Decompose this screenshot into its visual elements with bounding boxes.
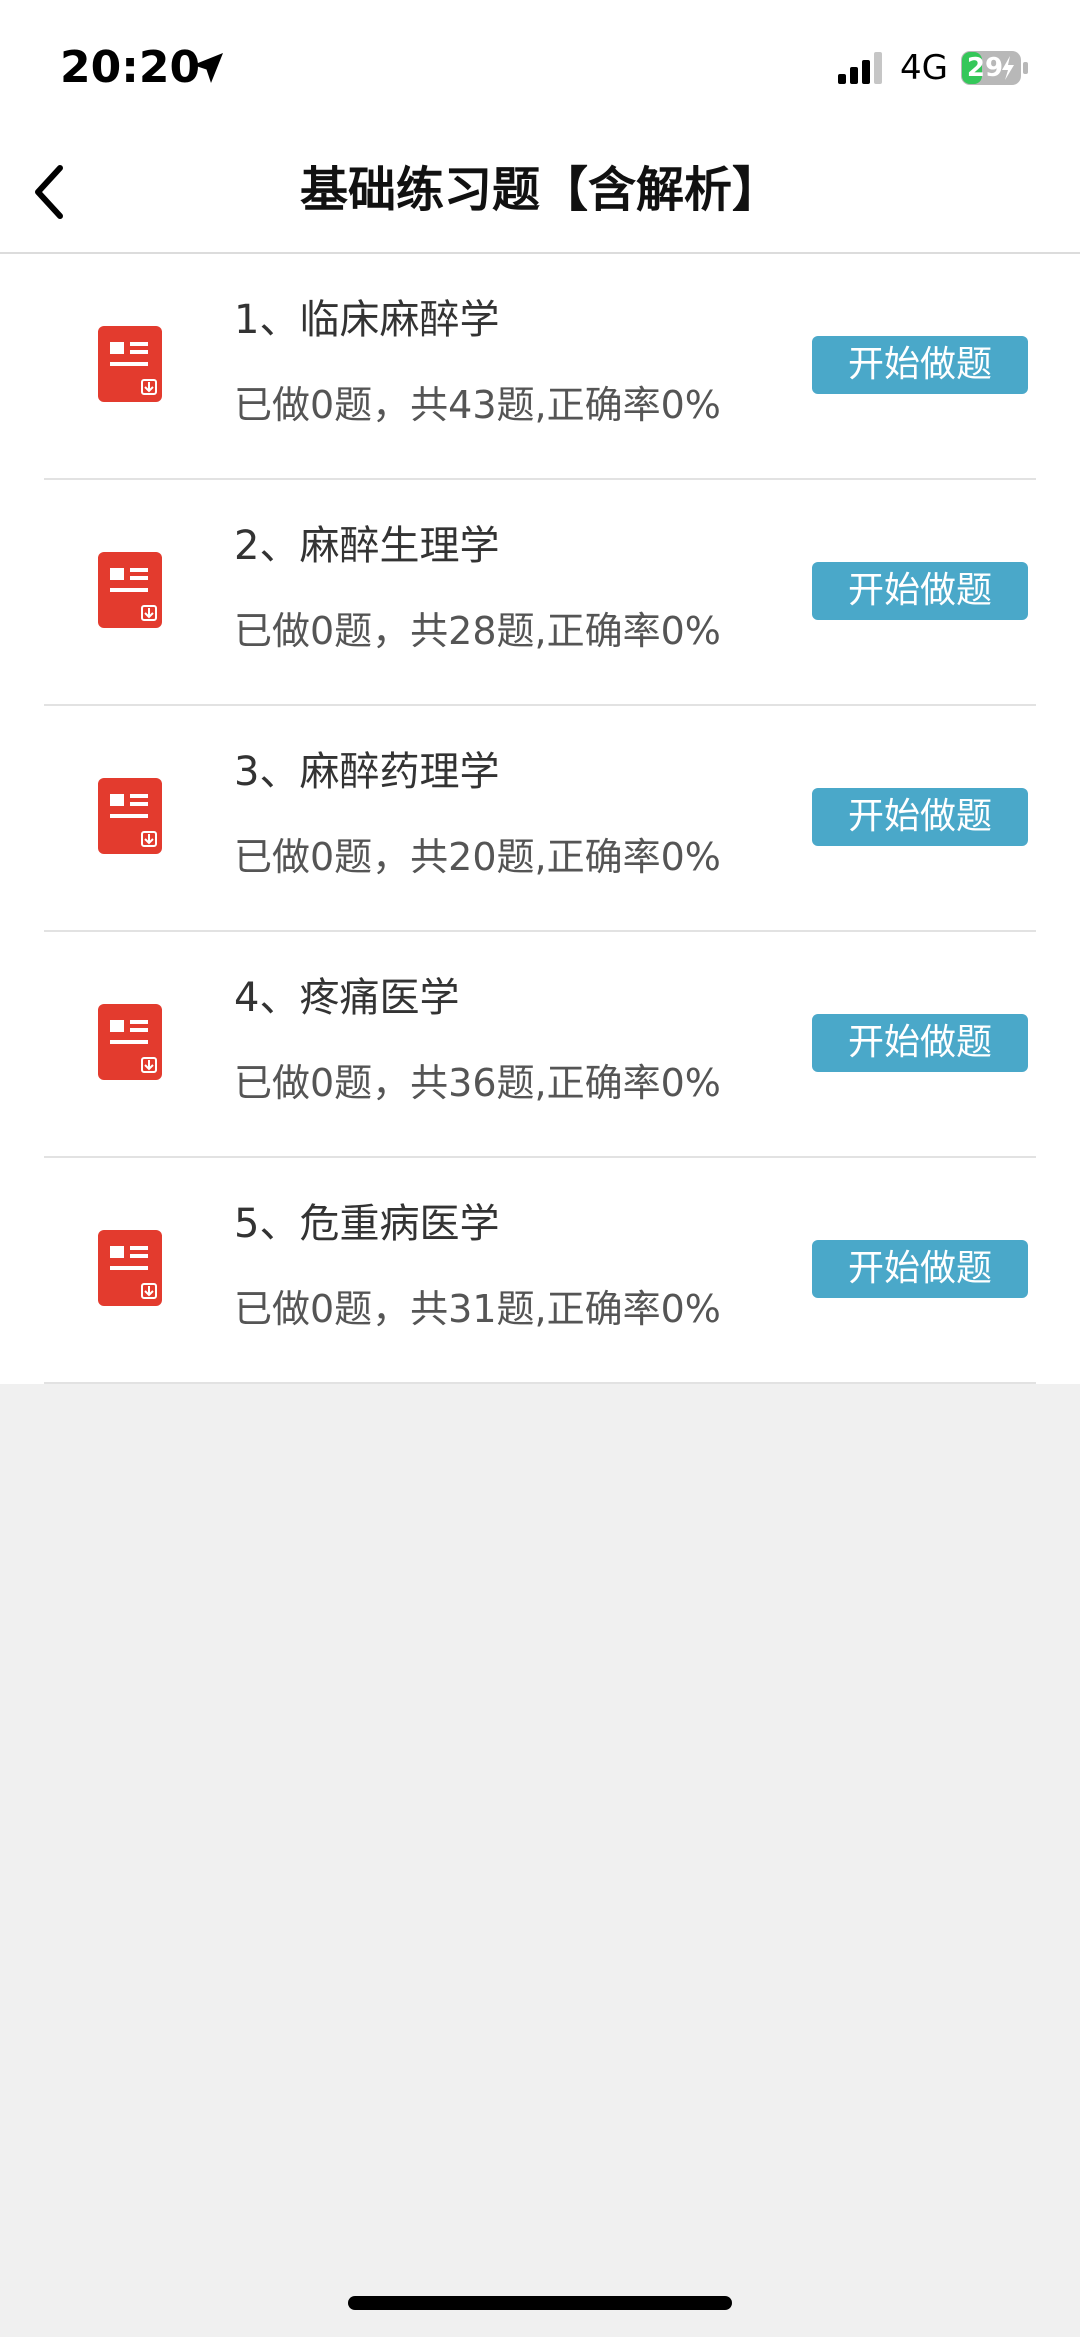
start-exercise-button[interactable]: 开始做题 bbox=[812, 788, 1028, 846]
document-icon bbox=[98, 1004, 162, 1080]
item-title: 1、临床麻醉学 bbox=[234, 297, 500, 343]
start-exercise-button[interactable]: 开始做题 bbox=[812, 1014, 1028, 1072]
document-icon bbox=[98, 1230, 162, 1306]
cellular-signal-icon bbox=[838, 52, 882, 84]
item-title: 5、危重病医学 bbox=[234, 1201, 500, 1247]
list-item[interactable]: 1、临床麻醉学 已做0题，共43题,正确率0% 开始做题 bbox=[44, 254, 1036, 480]
start-exercise-button[interactable]: 开始做题 bbox=[812, 562, 1028, 620]
item-stats: 已做0题，共43题,正确率0% bbox=[234, 383, 721, 427]
item-title: 4、疼痛医学 bbox=[234, 975, 460, 1021]
item-title: 2、麻醉生理学 bbox=[234, 523, 500, 569]
document-icon bbox=[98, 552, 162, 628]
screen: 20:20 4G 29 基础练习题【含解析】 1、临床麻醉学 已做0题，共43题… bbox=[0, 0, 1080, 2337]
item-stats: 已做0题，共20题,正确率0% bbox=[234, 835, 721, 879]
status-time: 20:20 bbox=[60, 42, 201, 93]
exercise-list: 1、临床麻醉学 已做0题，共43题,正确率0% 开始做题 2、麻醉生理学 已做0… bbox=[0, 254, 1080, 1384]
page-title: 基础练习题【含解析】 bbox=[299, 162, 780, 218]
item-stats: 已做0题，共28题,正确率0% bbox=[234, 609, 721, 653]
start-exercise-button[interactable]: 开始做题 bbox=[812, 1240, 1028, 1298]
start-exercise-button[interactable]: 开始做题 bbox=[812, 336, 1028, 394]
item-title: 3、麻醉药理学 bbox=[234, 749, 500, 795]
item-stats: 已做0题，共31题,正确率0% bbox=[234, 1287, 721, 1331]
list-item[interactable]: 5、危重病医学 已做0题，共31题,正确率0% 开始做题 bbox=[44, 1158, 1036, 1384]
home-indicator[interactable] bbox=[348, 2296, 732, 2310]
status-bar: 20:20 4G 29 bbox=[0, 0, 1080, 130]
battery-level: 29 bbox=[966, 53, 1004, 83]
list-item[interactable]: 4、疼痛医学 已做0题，共36题,正确率0% 开始做题 bbox=[44, 932, 1036, 1158]
list-item[interactable]: 2、麻醉生理学 已做0题，共28题,正确率0% 开始做题 bbox=[44, 480, 1036, 706]
list-item[interactable]: 3、麻醉药理学 已做0题，共20题,正确率0% 开始做题 bbox=[44, 706, 1036, 932]
item-stats: 已做0题，共36题,正确率0% bbox=[234, 1061, 721, 1105]
network-type: 4G bbox=[900, 48, 948, 88]
document-icon bbox=[98, 778, 162, 854]
nav-bar: 基础练习题【含解析】 bbox=[0, 130, 1080, 254]
document-icon bbox=[98, 326, 162, 402]
location-arrow-icon bbox=[193, 53, 223, 83]
